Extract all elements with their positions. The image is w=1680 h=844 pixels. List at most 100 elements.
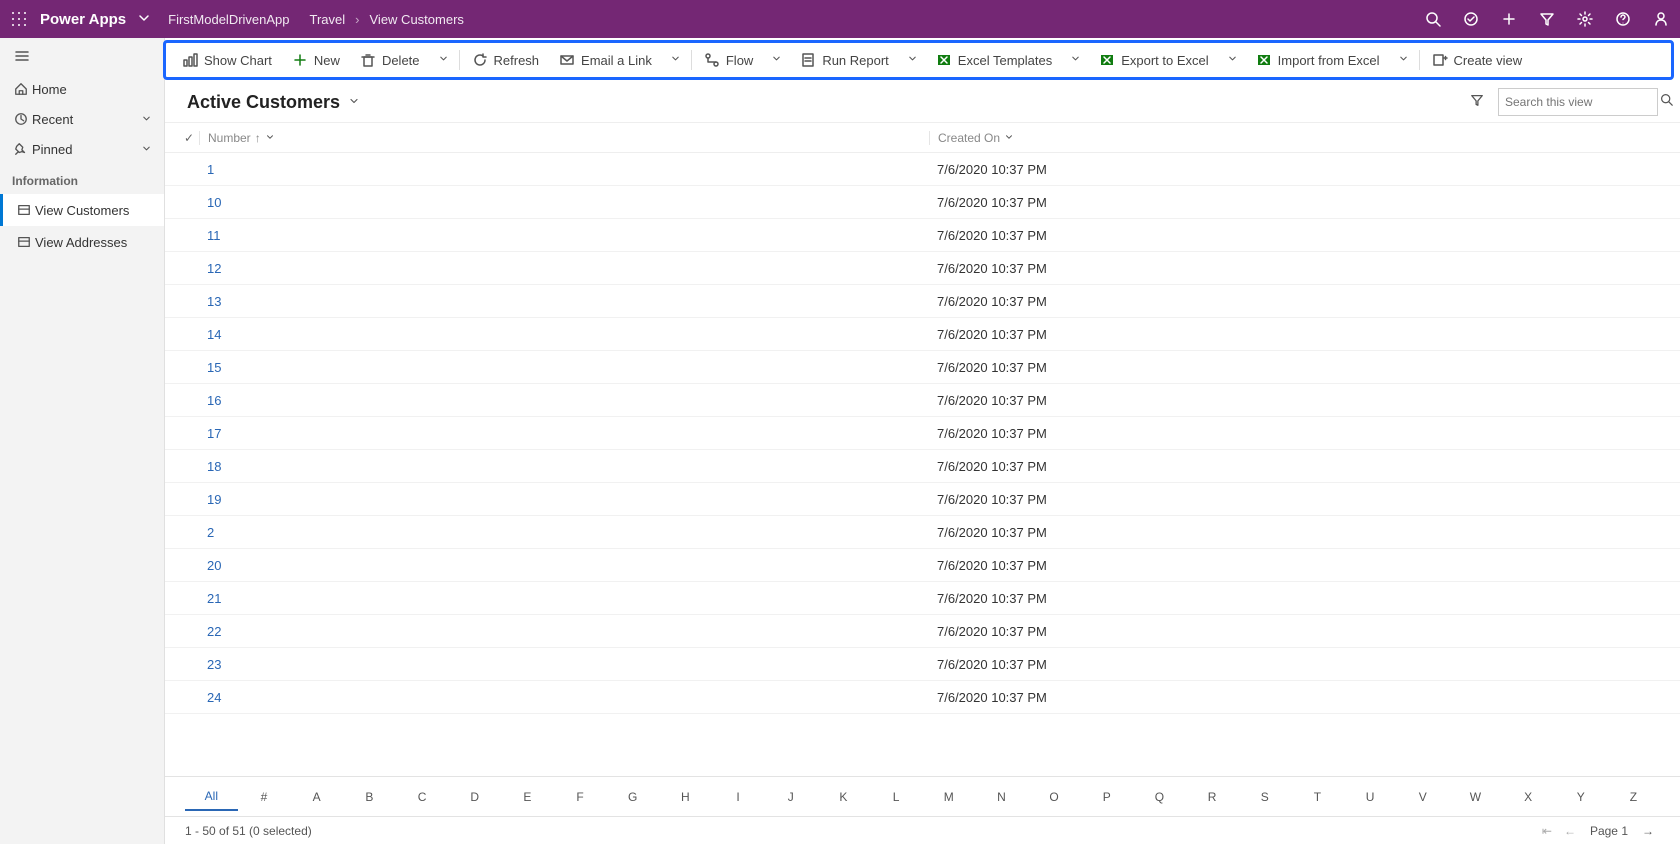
first-page-icon[interactable]: ⇤ (1542, 824, 1552, 838)
cell-number[interactable]: 19 (199, 492, 929, 507)
alpha-p[interactable]: P (1080, 784, 1133, 810)
search-icon[interactable] (1660, 93, 1673, 111)
waffle-menu[interactable] (0, 11, 38, 27)
table-row[interactable]: 137/6/2020 10:37 PM (165, 285, 1680, 318)
alpha-#[interactable]: # (238, 784, 291, 810)
table-row[interactable]: 167/6/2020 10:37 PM (165, 384, 1680, 417)
new-button[interactable]: New (282, 43, 350, 77)
alpha-e[interactable]: E (501, 784, 554, 810)
settings-icon[interactable] (1566, 11, 1604, 27)
column-chevron-icon[interactable] (265, 131, 275, 145)
alpha-c[interactable]: C (396, 784, 449, 810)
alpha-z[interactable]: Z (1607, 784, 1660, 810)
brand-label[interactable]: Power Apps (38, 11, 136, 28)
cell-number[interactable]: 13 (199, 294, 929, 309)
cell-number[interactable]: 18 (199, 459, 929, 474)
breadcrumb-1[interactable]: Travel (296, 12, 352, 27)
cell-number[interactable]: 16 (199, 393, 929, 408)
cell-number[interactable]: 14 (199, 327, 929, 342)
view-switcher-chevron[interactable] (348, 95, 360, 110)
refresh-button[interactable]: Refresh (462, 43, 550, 77)
table-row[interactable]: 197/6/2020 10:37 PM (165, 483, 1680, 516)
sidebar-item-view-customers[interactable]: View Customers (0, 194, 164, 226)
email-link-button[interactable]: Email a Link (549, 43, 662, 77)
delete-button[interactable]: Delete (350, 43, 430, 77)
alpha-t[interactable]: T (1291, 784, 1344, 810)
import-excel-button[interactable]: Import from Excel (1246, 43, 1390, 77)
data-grid[interactable]: ✓ Number ↑ Created On 17/6/2020 10:37 PM… (165, 122, 1680, 776)
cell-number[interactable]: 22 (199, 624, 929, 639)
alpha-l[interactable]: L (870, 784, 923, 810)
add-icon[interactable] (1490, 11, 1528, 27)
table-row[interactable]: 157/6/2020 10:37 PM (165, 351, 1680, 384)
alpha-s[interactable]: S (1238, 784, 1291, 810)
cell-number[interactable]: 10 (199, 195, 929, 210)
table-row[interactable]: 147/6/2020 10:37 PM (165, 318, 1680, 351)
table-row[interactable]: 217/6/2020 10:37 PM (165, 582, 1680, 615)
user-icon[interactable] (1642, 11, 1680, 27)
alpha-v[interactable]: V (1396, 784, 1449, 810)
sidebar-item-view-addresses[interactable]: View Addresses (0, 226, 164, 258)
select-all-checkbox[interactable]: ✓ (179, 131, 199, 145)
cell-number[interactable]: 23 (199, 657, 929, 672)
alpha-g[interactable]: G (606, 784, 659, 810)
search-view-box[interactable] (1498, 88, 1658, 116)
cell-number[interactable]: 17 (199, 426, 929, 441)
cell-number[interactable]: 12 (199, 261, 929, 276)
alpha-a[interactable]: A (290, 784, 343, 810)
search-icon[interactable] (1414, 11, 1452, 27)
export-excel-split-chevron[interactable] (1219, 51, 1246, 69)
table-row[interactable]: 127/6/2020 10:37 PM (165, 252, 1680, 285)
cell-number[interactable]: 11 (199, 228, 929, 243)
export-excel-button[interactable]: Export to Excel (1089, 43, 1218, 77)
delete-split-chevron[interactable] (430, 51, 457, 69)
search-input[interactable] (1505, 95, 1660, 109)
table-row[interactable]: 107/6/2020 10:37 PM (165, 186, 1680, 219)
breadcrumb-2[interactable]: View Customers (364, 12, 470, 27)
column-header-number[interactable]: Number ↑ (199, 131, 929, 145)
table-row[interactable]: 247/6/2020 10:37 PM (165, 681, 1680, 714)
cell-number[interactable]: 24 (199, 690, 929, 705)
alpha-x[interactable]: X (1502, 784, 1555, 810)
table-row[interactable]: 237/6/2020 10:37 PM (165, 648, 1680, 681)
filter-icon[interactable] (1528, 11, 1566, 27)
table-row[interactable]: 117/6/2020 10:37 PM (165, 219, 1680, 252)
next-page-icon[interactable]: → (1642, 824, 1654, 838)
help-icon[interactable] (1604, 11, 1642, 27)
alpha-u[interactable]: U (1344, 784, 1397, 810)
table-row[interactable]: 17/6/2020 10:37 PM (165, 153, 1680, 186)
cell-number[interactable]: 15 (199, 360, 929, 375)
flow-split-chevron[interactable] (763, 51, 790, 69)
column-chevron-icon[interactable] (1004, 131, 1014, 145)
cell-number[interactable]: 20 (199, 558, 929, 573)
breadcrumb-app[interactable]: FirstModelDrivenApp (162, 12, 295, 27)
table-row[interactable]: 227/6/2020 10:37 PM (165, 615, 1680, 648)
alpha-h[interactable]: H (659, 784, 712, 810)
alpha-b[interactable]: B (343, 784, 396, 810)
alpha-f[interactable]: F (554, 784, 607, 810)
cell-number[interactable]: 2 (199, 525, 929, 540)
column-header-created[interactable]: Created On (929, 131, 1680, 145)
show-chart-button[interactable]: Show Chart (172, 43, 282, 77)
table-row[interactable]: 27/6/2020 10:37 PM (165, 516, 1680, 549)
alpha-d[interactable]: D (448, 784, 501, 810)
brand-chevron-icon[interactable] (136, 10, 162, 29)
alpha-all[interactable]: All (185, 783, 238, 811)
flow-button[interactable]: Flow (694, 43, 763, 77)
table-row[interactable]: 177/6/2020 10:37 PM (165, 417, 1680, 450)
nav-home[interactable]: Home (0, 74, 164, 104)
alpha-r[interactable]: R (1186, 784, 1239, 810)
excel-templates-button[interactable]: Excel Templates (926, 43, 1062, 77)
alpha-q[interactable]: Q (1133, 784, 1186, 810)
alpha-j[interactable]: J (764, 784, 817, 810)
hamburger-button[interactable] (0, 38, 164, 74)
run-report-split-chevron[interactable] (899, 51, 926, 69)
table-row[interactable]: 187/6/2020 10:37 PM (165, 450, 1680, 483)
create-view-button[interactable]: Create view (1422, 43, 1533, 77)
alpha-w[interactable]: W (1449, 784, 1502, 810)
alpha-y[interactable]: Y (1554, 784, 1607, 810)
table-row[interactable]: 207/6/2020 10:37 PM (165, 549, 1680, 582)
import-excel-split-chevron[interactable] (1390, 51, 1417, 69)
task-icon[interactable] (1452, 11, 1490, 27)
nav-recent[interactable]: Recent (0, 104, 164, 134)
